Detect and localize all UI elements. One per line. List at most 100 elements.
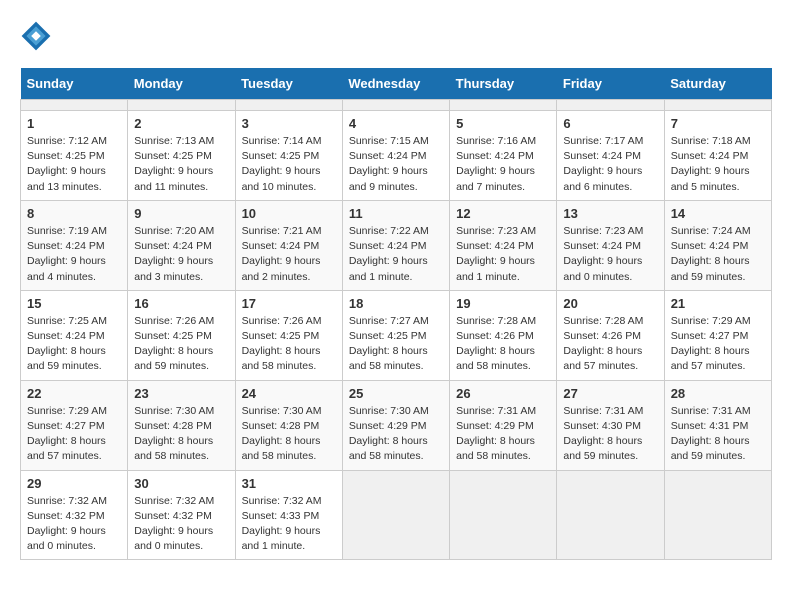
day-number: 8 bbox=[27, 206, 121, 221]
calendar-cell: 28 Sunrise: 7:31 AM Sunset: 4:31 PM Dayli… bbox=[664, 380, 771, 470]
day-number: 18 bbox=[349, 296, 443, 311]
day-number: 22 bbox=[27, 386, 121, 401]
calendar-cell: 5 Sunrise: 7:16 AM Sunset: 4:24 PM Daylig… bbox=[450, 111, 557, 201]
day-info: Sunrise: 7:17 AM Sunset: 4:24 PM Dayligh… bbox=[563, 134, 657, 195]
day-info: Sunrise: 7:28 AM Sunset: 4:26 PM Dayligh… bbox=[456, 314, 550, 375]
day-number: 23 bbox=[134, 386, 228, 401]
day-number: 16 bbox=[134, 296, 228, 311]
weekday-header-thursday: Thursday bbox=[450, 68, 557, 100]
calendar-cell: 22 Sunrise: 7:29 AM Sunset: 4:27 PM Dayli… bbox=[21, 380, 128, 470]
calendar-week-4: 22 Sunrise: 7:29 AM Sunset: 4:27 PM Dayli… bbox=[21, 380, 772, 470]
calendar-cell: 8 Sunrise: 7:19 AM Sunset: 4:24 PM Daylig… bbox=[21, 200, 128, 290]
calendar-cell: 10 Sunrise: 7:21 AM Sunset: 4:24 PM Dayli… bbox=[235, 200, 342, 290]
calendar-cell bbox=[128, 100, 235, 111]
weekday-header-monday: Monday bbox=[128, 68, 235, 100]
day-number: 6 bbox=[563, 116, 657, 131]
day-number: 15 bbox=[27, 296, 121, 311]
day-number: 20 bbox=[563, 296, 657, 311]
weekday-header-tuesday: Tuesday bbox=[235, 68, 342, 100]
day-info: Sunrise: 7:30 AM Sunset: 4:29 PM Dayligh… bbox=[349, 404, 443, 465]
day-info: Sunrise: 7:14 AM Sunset: 4:25 PM Dayligh… bbox=[242, 134, 336, 195]
calendar-cell: 7 Sunrise: 7:18 AM Sunset: 4:24 PM Daylig… bbox=[664, 111, 771, 201]
calendar-cell: 1Sunrise: 7:12 AM Sunset: 4:25 PM Daylig… bbox=[21, 111, 128, 201]
day-number: 25 bbox=[349, 386, 443, 401]
day-number: 10 bbox=[242, 206, 336, 221]
day-info: Sunrise: 7:30 AM Sunset: 4:28 PM Dayligh… bbox=[242, 404, 336, 465]
weekday-header-wednesday: Wednesday bbox=[342, 68, 449, 100]
day-number: 29 bbox=[27, 476, 121, 491]
calendar-cell bbox=[557, 100, 664, 111]
calendar-cell bbox=[342, 100, 449, 111]
day-info: Sunrise: 7:21 AM Sunset: 4:24 PM Dayligh… bbox=[242, 224, 336, 285]
calendar-cell bbox=[21, 100, 128, 111]
day-info: Sunrise: 7:18 AM Sunset: 4:24 PM Dayligh… bbox=[671, 134, 765, 195]
calendar-cell: 20 Sunrise: 7:28 AM Sunset: 4:26 PM Dayli… bbox=[557, 290, 664, 380]
calendar-cell: 27Sunrise: 7:31 AM Sunset: 4:30 PM Dayli… bbox=[557, 380, 664, 470]
calendar-cell: 12 Sunrise: 7:23 AM Sunset: 4:24 PM Dayli… bbox=[450, 200, 557, 290]
day-info: Sunrise: 7:31 AM Sunset: 4:31 PM Dayligh… bbox=[671, 404, 765, 465]
day-info: Sunrise: 7:32 AM Sunset: 4:32 PM Dayligh… bbox=[27, 494, 121, 555]
day-info: Sunrise: 7:23 AM Sunset: 4:24 PM Dayligh… bbox=[456, 224, 550, 285]
calendar-cell: 11 Sunrise: 7:22 AM Sunset: 4:24 PM Dayli… bbox=[342, 200, 449, 290]
calendar-header: SundayMondayTuesdayWednesdayThursdayFrid… bbox=[21, 68, 772, 100]
day-info: Sunrise: 7:32 AM Sunset: 4:32 PM Dayligh… bbox=[134, 494, 228, 555]
day-info: Sunrise: 7:30 AM Sunset: 4:28 PM Dayligh… bbox=[134, 404, 228, 465]
day-number: 5 bbox=[456, 116, 550, 131]
page-header bbox=[20, 20, 772, 52]
calendar-cell: 9 Sunrise: 7:20 AM Sunset: 4:24 PM Daylig… bbox=[128, 200, 235, 290]
weekday-header-sunday: Sunday bbox=[21, 68, 128, 100]
day-info: Sunrise: 7:28 AM Sunset: 4:26 PM Dayligh… bbox=[563, 314, 657, 375]
day-info: Sunrise: 7:19 AM Sunset: 4:24 PM Dayligh… bbox=[27, 224, 121, 285]
day-info: Sunrise: 7:20 AM Sunset: 4:24 PM Dayligh… bbox=[134, 224, 228, 285]
weekday-header-saturday: Saturday bbox=[664, 68, 771, 100]
day-info: Sunrise: 7:32 AM Sunset: 4:33 PM Dayligh… bbox=[242, 494, 336, 555]
calendar-week-3: 15Sunrise: 7:25 AM Sunset: 4:24 PM Dayli… bbox=[21, 290, 772, 380]
calendar-cell: 24Sunrise: 7:30 AM Sunset: 4:28 PM Dayli… bbox=[235, 380, 342, 470]
day-number: 9 bbox=[134, 206, 228, 221]
calendar-cell: 23 Sunrise: 7:30 AM Sunset: 4:28 PM Dayli… bbox=[128, 380, 235, 470]
calendar-cell: 3 Sunrise: 7:14 AM Sunset: 4:25 PM Daylig… bbox=[235, 111, 342, 201]
weekday-header-friday: Friday bbox=[557, 68, 664, 100]
day-number: 30 bbox=[134, 476, 228, 491]
calendar-cell: 17Sunrise: 7:26 AM Sunset: 4:25 PM Dayli… bbox=[235, 290, 342, 380]
day-number: 17 bbox=[242, 296, 336, 311]
day-number: 7 bbox=[671, 116, 765, 131]
calendar-cell: 13Sunrise: 7:23 AM Sunset: 4:24 PM Dayli… bbox=[557, 200, 664, 290]
calendar-cell bbox=[235, 100, 342, 111]
calendar-week-5: 29 Sunrise: 7:32 AM Sunset: 4:32 PM Dayli… bbox=[21, 470, 772, 560]
day-number: 12 bbox=[456, 206, 550, 221]
day-number: 28 bbox=[671, 386, 765, 401]
calendar-cell bbox=[557, 470, 664, 560]
calendar-cell bbox=[450, 470, 557, 560]
day-info: Sunrise: 7:15 AM Sunset: 4:24 PM Dayligh… bbox=[349, 134, 443, 195]
logo-icon bbox=[20, 20, 52, 52]
calendar-cell: 30 Sunrise: 7:32 AM Sunset: 4:32 PM Dayli… bbox=[128, 470, 235, 560]
calendar-cell: 25 Sunrise: 7:30 AM Sunset: 4:29 PM Dayli… bbox=[342, 380, 449, 470]
calendar-cell: 29 Sunrise: 7:32 AM Sunset: 4:32 PM Dayli… bbox=[21, 470, 128, 560]
day-number: 11 bbox=[349, 206, 443, 221]
day-info: Sunrise: 7:26 AM Sunset: 4:25 PM Dayligh… bbox=[134, 314, 228, 375]
calendar-week-1: 1Sunrise: 7:12 AM Sunset: 4:25 PM Daylig… bbox=[21, 111, 772, 201]
day-number: 21 bbox=[671, 296, 765, 311]
day-number: 4 bbox=[349, 116, 443, 131]
calendar-cell: 14Sunrise: 7:24 AM Sunset: 4:24 PM Dayli… bbox=[664, 200, 771, 290]
day-info: Sunrise: 7:27 AM Sunset: 4:25 PM Dayligh… bbox=[349, 314, 443, 375]
day-number: 13 bbox=[563, 206, 657, 221]
day-info: Sunrise: 7:22 AM Sunset: 4:24 PM Dayligh… bbox=[349, 224, 443, 285]
day-info: Sunrise: 7:13 AM Sunset: 4:25 PM Dayligh… bbox=[134, 134, 228, 195]
calendar-table: SundayMondayTuesdayWednesdayThursdayFrid… bbox=[20, 68, 772, 560]
day-number: 14 bbox=[671, 206, 765, 221]
calendar-cell: 15Sunrise: 7:25 AM Sunset: 4:24 PM Dayli… bbox=[21, 290, 128, 380]
calendar-cell bbox=[342, 470, 449, 560]
calendar-cell: 31Sunrise: 7:32 AM Sunset: 4:33 PM Dayli… bbox=[235, 470, 342, 560]
day-info: Sunrise: 7:16 AM Sunset: 4:24 PM Dayligh… bbox=[456, 134, 550, 195]
day-number: 3 bbox=[242, 116, 336, 131]
day-number: 2 bbox=[134, 116, 228, 131]
day-number: 19 bbox=[456, 296, 550, 311]
calendar-cell: 4 Sunrise: 7:15 AM Sunset: 4:24 PM Daylig… bbox=[342, 111, 449, 201]
weekday-header-row: SundayMondayTuesdayWednesdayThursdayFrid… bbox=[21, 68, 772, 100]
logo bbox=[20, 20, 56, 52]
calendar-week-2: 8 Sunrise: 7:19 AM Sunset: 4:24 PM Daylig… bbox=[21, 200, 772, 290]
day-info: Sunrise: 7:12 AM Sunset: 4:25 PM Dayligh… bbox=[27, 134, 121, 195]
day-info: Sunrise: 7:29 AM Sunset: 4:27 PM Dayligh… bbox=[27, 404, 121, 465]
